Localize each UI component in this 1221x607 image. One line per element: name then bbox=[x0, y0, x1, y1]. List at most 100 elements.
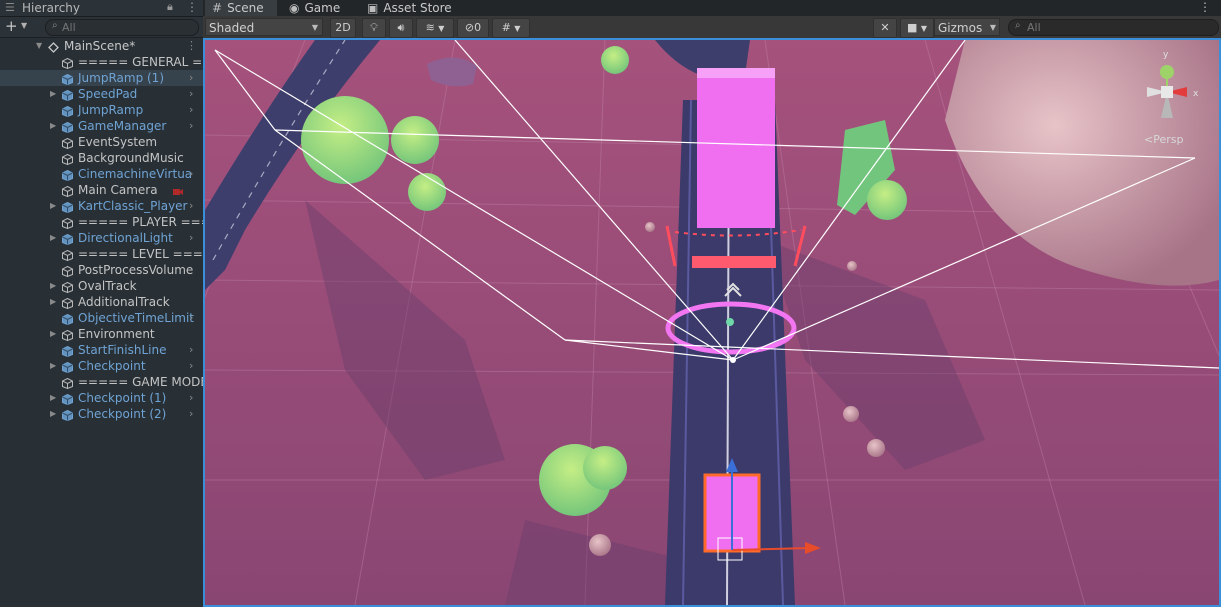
chevron-right-icon[interactable]: ▶ bbox=[50, 326, 56, 342]
hierarchy-item[interactable]: ▼ MainScene* ⋮ bbox=[0, 38, 203, 54]
hierarchy-item[interactable]: PostProcessVolume bbox=[0, 262, 203, 278]
chevron-right-icon[interactable]: › bbox=[189, 390, 193, 406]
hierarchy-item-label: JumpRamp (1) bbox=[78, 71, 164, 85]
hierarchy-item[interactable]: CinemachineVirtua › bbox=[0, 166, 203, 182]
hierarchy-item[interactable]: ▶ Checkpoint (2) › bbox=[0, 406, 203, 422]
chevron-right-icon[interactable]: ▶ bbox=[50, 294, 56, 310]
audio-toggle[interactable]: 🔊︎ bbox=[389, 18, 413, 38]
hierarchy-item-label: JumpRamp bbox=[78, 103, 144, 117]
grid-dropdown[interactable]: # ▼ bbox=[492, 18, 530, 38]
shading-mode-label: Shaded bbox=[209, 21, 255, 35]
tab-scene-label: Scene bbox=[227, 1, 264, 15]
chevron-down-icon[interactable]: ▼ bbox=[21, 21, 27, 30]
hierarchy-item[interactable]: ▶ DirectionalLight › bbox=[0, 230, 203, 246]
hierarchy-item-label: ===== GENERAL ===== bbox=[78, 55, 203, 69]
chevron-right-icon[interactable]: ▶ bbox=[50, 358, 56, 374]
effects-dropdown[interactable]: ≋ ▼ bbox=[416, 18, 454, 38]
projection-label[interactable]: <Persp bbox=[1144, 133, 1183, 146]
jump-ramp[interactable] bbox=[697, 68, 775, 228]
chevron-right-icon[interactable]: › bbox=[189, 102, 193, 118]
gameobject-cube-icon bbox=[62, 345, 73, 358]
hierarchy-search-input[interactable] bbox=[62, 20, 190, 34]
hierarchy-item[interactable]: EventSystem bbox=[0, 134, 203, 150]
hierarchy-item[interactable]: JumpRamp › bbox=[0, 102, 203, 118]
hierarchy-item[interactable]: ▶ OvalTrack bbox=[0, 278, 203, 294]
camera-dropdown[interactable]: ■ ▼ bbox=[900, 18, 934, 38]
gameobject-cube-icon bbox=[62, 137, 73, 150]
hidden-objects-toggle[interactable]: ⊘0 bbox=[457, 18, 489, 38]
hierarchy-item[interactable]: ▶ GameManager › bbox=[0, 118, 203, 134]
hierarchy-item-label: KartClassic_Player bbox=[78, 199, 188, 213]
chevron-right-icon[interactable]: › bbox=[189, 406, 193, 422]
kebab-menu-icon[interactable]: ⋮ bbox=[1199, 0, 1211, 14]
hierarchy-item[interactable]: ▶ SpeedPad › bbox=[0, 86, 203, 102]
chevron-right-icon[interactable]: › bbox=[189, 230, 193, 246]
chevron-right-icon[interactable]: › bbox=[189, 166, 193, 182]
hierarchy-item-label: MainScene* bbox=[64, 39, 136, 53]
hierarchy-item-label: ObjectiveTimeLimit bbox=[78, 311, 195, 325]
hierarchy-title: Hierarchy bbox=[22, 1, 81, 15]
hierarchy-item[interactable]: ===== LEVEL ===== bbox=[0, 246, 203, 262]
tab-asset-store-label: Asset Store bbox=[383, 1, 452, 15]
toggle-2d-button[interactable]: 2D bbox=[330, 18, 356, 38]
hierarchy-item[interactable]: JumpRamp (1) › bbox=[0, 70, 203, 86]
tab-scene[interactable]: # Scene bbox=[205, 0, 277, 16]
scene-search[interactable]: ⌕ bbox=[1008, 19, 1219, 36]
chevron-right-icon[interactable]: ▶ bbox=[50, 118, 56, 134]
chevron-right-icon[interactable]: ▶ bbox=[50, 278, 56, 294]
hierarchy-item[interactable]: BackgroundMusic bbox=[0, 150, 203, 166]
chevron-right-icon[interactable]: › bbox=[189, 118, 193, 134]
hierarchy-search[interactable]: ⌕ bbox=[45, 19, 199, 36]
chevron-right-icon[interactable]: › bbox=[189, 358, 193, 374]
add-object-button[interactable]: + bbox=[5, 17, 18, 35]
hierarchy-item[interactable]: ▶ AdditionalTrack bbox=[0, 294, 203, 310]
lightbulb-icon: 💡︎ bbox=[370, 21, 378, 34]
gameobject-cube-icon bbox=[62, 169, 73, 182]
chevron-right-icon[interactable]: ▶ bbox=[50, 406, 56, 422]
hierarchy-toolbar: + ▼ ⌕ bbox=[0, 17, 203, 38]
hierarchy-item[interactable]: Main Camera bbox=[0, 182, 203, 198]
gizmo-x-label: x bbox=[1193, 89, 1199, 99]
hierarchy-item[interactable]: ===== PLAYER ===== bbox=[0, 214, 203, 230]
scene-render: y x bbox=[205, 40, 1219, 605]
hierarchy-item-label: SpeedPad bbox=[78, 87, 138, 101]
chevron-right-icon[interactable]: › bbox=[189, 198, 193, 214]
tools-icon: ✕ bbox=[880, 21, 890, 34]
chevron-right-icon[interactable]: ▶ bbox=[50, 230, 56, 246]
kebab-menu-icon[interactable]: ⋮ bbox=[186, 38, 197, 54]
gameobject-cube-icon bbox=[62, 233, 73, 246]
hierarchy-item[interactable]: ===== GENERAL ===== bbox=[0, 54, 203, 70]
hierarchy-item[interactable]: ▶ KartClassic_Player › bbox=[0, 198, 203, 214]
projection-text: Persp bbox=[1153, 133, 1184, 146]
hierarchy-item[interactable]: ▶ Checkpoint (1) › bbox=[0, 390, 203, 406]
gameobject-cube-icon bbox=[62, 57, 73, 70]
scene-viewport[interactable]: y x <Persp bbox=[203, 38, 1221, 607]
gizmos-label: Gizmos bbox=[938, 21, 983, 35]
chevron-right-icon[interactable]: ▶ bbox=[50, 390, 56, 406]
hierarchy-item[interactable]: ObjectiveTimeLimit › bbox=[0, 310, 203, 326]
chevron-right-icon[interactable]: › bbox=[189, 310, 193, 326]
chevron-right-icon[interactable]: › bbox=[189, 86, 193, 102]
hierarchy-item[interactable]: ===== GAME MODE ===== bbox=[0, 374, 203, 390]
gizmos-dropdown[interactable]: Gizmos ▼ bbox=[934, 18, 1000, 36]
chevron-right-icon[interactable]: › bbox=[189, 342, 193, 358]
start-finish-line[interactable] bbox=[692, 256, 776, 268]
lock-icon[interactable]: 🔒︎ bbox=[167, 0, 173, 14]
hierarchy-tab[interactable]: ☰ Hierarchy 🔒︎ ⋮ bbox=[0, 0, 203, 17]
hidden-count: 0 bbox=[474, 21, 482, 34]
shading-mode-dropdown[interactable]: Shaded ▼ bbox=[205, 18, 323, 36]
chevron-right-icon[interactable]: › bbox=[189, 70, 193, 86]
hierarchy-item[interactable]: StartFinishLine › bbox=[0, 342, 203, 358]
hierarchy-item[interactable]: ▶ Environment bbox=[0, 326, 203, 342]
chevron-right-icon[interactable]: ▶ bbox=[50, 86, 56, 102]
kebab-menu-icon[interactable]: ⋮ bbox=[186, 0, 198, 14]
scene-search-input[interactable] bbox=[1027, 20, 1207, 34]
chevron-down-icon[interactable]: ▼ bbox=[36, 38, 42, 54]
hierarchy-item[interactable]: ▶ Checkpoint › bbox=[0, 358, 203, 374]
tools-button[interactable]: ✕ bbox=[873, 18, 897, 38]
chevron-down-icon: ▼ bbox=[989, 23, 996, 32]
tab-game[interactable]: ◉ Game bbox=[289, 0, 359, 16]
tab-asset-store[interactable]: ▣ Asset Store bbox=[367, 0, 467, 16]
lighting-toggle[interactable]: 💡︎ bbox=[362, 18, 386, 38]
chevron-right-icon[interactable]: ▶ bbox=[50, 198, 56, 214]
